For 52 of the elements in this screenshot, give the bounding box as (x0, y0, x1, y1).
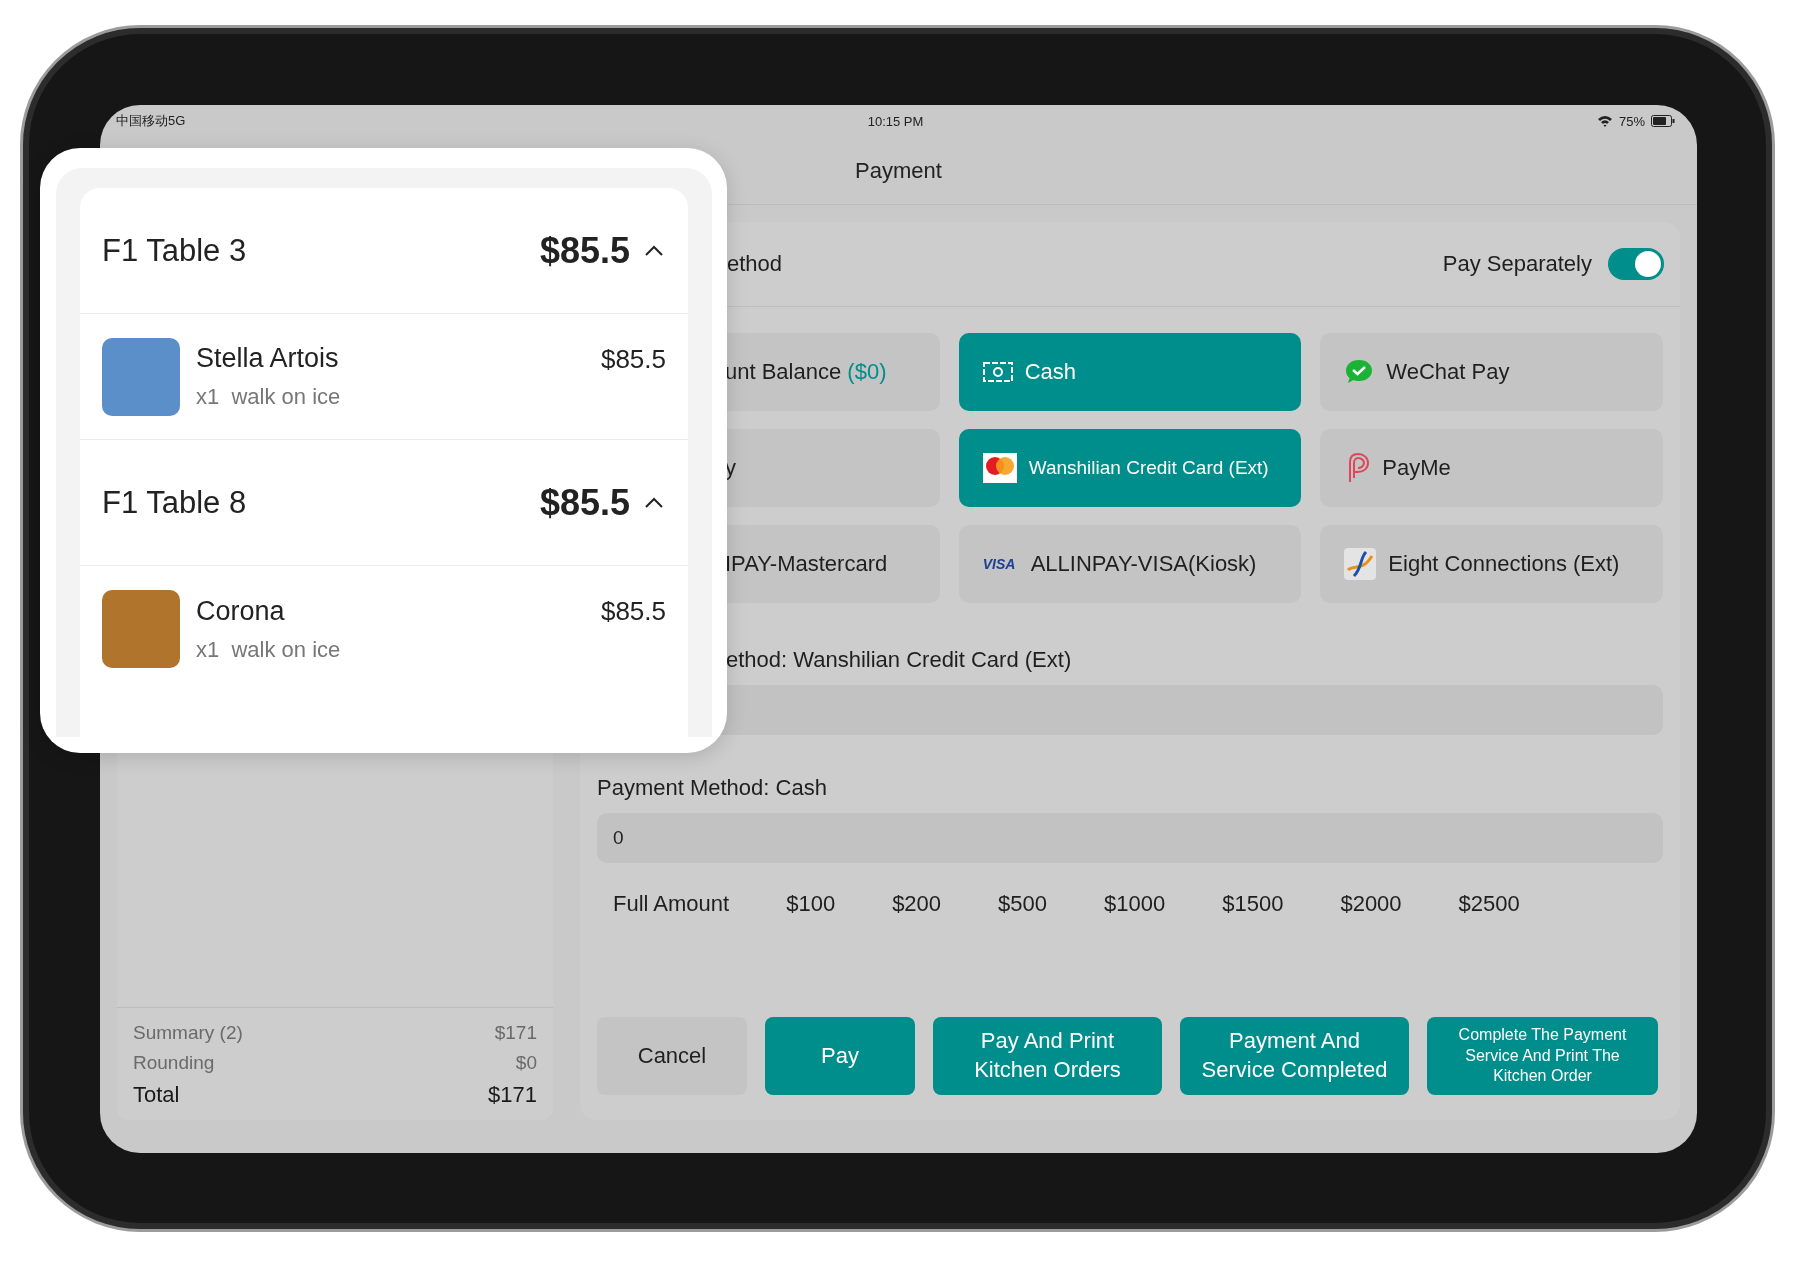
caret-up-icon[interactable] (644, 244, 664, 257)
caret-up-icon[interactable] (644, 496, 664, 509)
page-title: Payment (855, 157, 942, 184)
section-title: ethod (727, 251, 783, 277)
table-name: F1 Table 8 (102, 484, 247, 521)
summary-label: Summary (2) (133, 1022, 243, 1044)
summary-value: $0 (515, 1052, 537, 1074)
action-button[interactable]: Pay (765, 1017, 915, 1095)
item-name: Stella Artois (196, 343, 340, 374)
action-button[interactable]: Pay And Print Kitchen Orders (933, 1017, 1162, 1095)
item-name: Corona (196, 595, 286, 627)
quick-amount-button[interactable]: Full Amount (613, 891, 730, 917)
payment-method-button[interactable]: VISA ALLINPAY-VISA(Kiosk) (958, 525, 1302, 603)
payment-method-button[interactable]: Eight Connections (Ext) (1320, 525, 1663, 603)
wifi-icon (1596, 115, 1613, 127)
field-label: Payment Method: Cash (597, 775, 828, 801)
toggle-label: Pay Separately (1442, 251, 1592, 277)
chat-bubble-icon (1344, 358, 1375, 386)
quick-amount-button[interactable]: $2000 (1340, 891, 1402, 917)
payment-method-button[interactable]: Wanshilian Credit Card (Ext) (958, 429, 1302, 507)
battery-percent: 75% (1618, 113, 1645, 129)
table-name: F1 Table 3 (102, 232, 247, 269)
item-price: $85.5 (600, 344, 666, 375)
quick-amount-button[interactable]: $200 (892, 891, 942, 917)
item-details: x1 walk on ice (196, 384, 342, 410)
summary-label: Total (133, 1082, 180, 1108)
amount-input[interactable]: 0 (597, 813, 1663, 863)
summary-value: $171 (494, 1022, 537, 1044)
quick-amount-button[interactable]: $100 (786, 891, 836, 917)
item-details: x1 walk on ice (196, 636, 342, 663)
quick-amount-button[interactable]: $1000 (1104, 891, 1166, 917)
payment-method-button[interactable]: WeChat Pay (1320, 333, 1663, 411)
carrier-label: 中国移动5G (116, 112, 186, 130)
summary-value: $171 (488, 1082, 537, 1108)
summary-label: Rounding (133, 1052, 215, 1074)
field-label: ethod: Wanshilian Credit Card (Ext) (725, 647, 1073, 673)
visa-logo: VISA (982, 554, 1017, 574)
swirl-logo-icon (1344, 548, 1377, 580)
cash-icon (982, 362, 1013, 382)
action-button[interactable]: Complete The Payment Service And Print The Kitchen Order (1427, 1017, 1658, 1095)
cancel-button[interactable]: Cancel (597, 1017, 747, 1095)
quick-amount-button[interactable]: $500 (998, 891, 1048, 917)
card-logo-icon (982, 453, 1017, 483)
action-button[interactable]: Payment And Service Completed (1180, 1017, 1409, 1095)
payment-method-button[interactable]: PayMe (1320, 429, 1663, 507)
clock-label: 10:15 PM (867, 113, 924, 129)
pay-separately-toggle[interactable] (1608, 248, 1664, 280)
quick-amount-button[interactable]: $2500 (1458, 891, 1520, 917)
payment-method-button[interactable]: Cash (958, 333, 1302, 411)
quick-amount-button[interactable]: $1500 (1222, 891, 1284, 917)
table-total: $85.5 (539, 229, 630, 272)
battery-icon (1651, 115, 1675, 127)
